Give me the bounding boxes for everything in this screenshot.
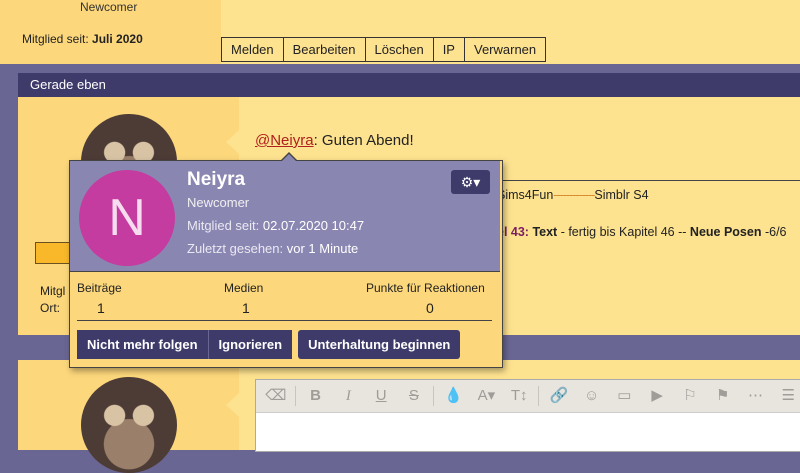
settings-menu-button[interactable]: ⚙▾ (451, 170, 490, 194)
editor-toolbar: ⌫ B I U S 💧 A▾ T↕ 🔗 ☺ ▭ ▶ ⚐ ⚑ ⋯ ☰ (256, 380, 800, 413)
start-conversation-button[interactable]: Unterhaltung beginnen (298, 330, 461, 359)
eraser-icon[interactable]: ⌫ (263, 384, 289, 408)
drop-icon[interactable]: 💧 (441, 384, 467, 408)
signature-text: -6/6 (761, 225, 787, 239)
smiley-icon[interactable]: ☺ (579, 384, 605, 408)
stat-label: Medien (224, 281, 264, 295)
signature-text: - fertig bis Kapitel 46 -- (557, 225, 690, 239)
location-label: Ort: (40, 301, 60, 315)
report-button[interactable]: Melden (221, 38, 284, 62)
post-header: Gerade eben (18, 73, 800, 97)
italic-icon[interactable]: I (335, 384, 361, 408)
stats-divider (77, 320, 492, 321)
member-last-seen: Zuletzt gesehen: vor 1 Minute (187, 241, 359, 256)
previous-post-message-cell: Melden Bearbeiten Löschen IP Verwarnen (221, 0, 800, 64)
member-name[interactable]: Neiyra (187, 169, 245, 191)
delete-button[interactable]: Löschen (365, 38, 434, 62)
edit-button[interactable]: Bearbeiten (283, 38, 366, 62)
checkered-flag-icon[interactable]: ⚑ (710, 384, 736, 408)
previous-post-user-cell: Newcomer Mitglied seit: Juli 2020 (0, 0, 222, 64)
reply-avatar (81, 377, 177, 473)
flag-icon[interactable]: ⚐ (677, 384, 703, 408)
image-icon[interactable]: ▭ (612, 384, 638, 408)
signature-link[interactable]: Simblr S4 (594, 188, 648, 202)
toolbar-divider (294, 386, 296, 406)
member-since-label: Mitgl (40, 284, 66, 298)
member-joined: Mitglied seit: 02.07.2020 10:47 (187, 218, 365, 233)
signature-bold: Text (528, 225, 558, 239)
align-icon[interactable]: ☰ (775, 384, 800, 408)
font-color-icon[interactable]: A▾ (474, 384, 500, 408)
message-pointer (226, 393, 239, 417)
reply-editor[interactable]: ⌫ B I U S 💧 A▾ T↕ 🔗 ☺ ▭ ▶ ⚐ ⚑ ⋯ ☰ (255, 379, 800, 452)
member-since: Mitglied seit: Juli 2020 (22, 32, 143, 46)
ip-button[interactable]: IP (433, 38, 465, 62)
post-action-bar: Melden Bearbeiten Löschen IP Verwarnen (221, 37, 547, 62)
member-tooltip-header: N Neiyra Newcomer Mitglied seit: 02.07.2… (70, 161, 500, 272)
member-tooltip: N Neiyra Newcomer Mitglied seit: 02.07.2… (69, 152, 503, 368)
toolbar-divider (432, 386, 434, 406)
bold-icon[interactable]: B (303, 384, 329, 408)
chevron-down-icon: ▾ (473, 174, 481, 190)
stat-label: Punkte für Reaktionen (366, 281, 485, 295)
gear-icon: ⚙ (460, 174, 474, 190)
signature-line: el 43: Text - fertig bis Kapitel 46 -- N… (497, 225, 787, 239)
more-icon[interactable]: ⋯ (743, 384, 769, 408)
stat-value[interactable]: 1 (97, 300, 105, 316)
text-size-icon[interactable]: T↕ (506, 384, 532, 408)
video-icon[interactable]: ▶ (644, 384, 670, 408)
post-body: @Neiyra: Guten Abend! (255, 132, 414, 149)
ignore-button[interactable]: Ignorieren (207, 330, 293, 359)
unfollow-button[interactable]: Nicht mehr folgen (77, 330, 208, 359)
signature-divider (471, 180, 800, 181)
message-pointer (226, 130, 239, 154)
signature-line: Sims4Fun-------------Simblr S4 (497, 188, 649, 202)
signature-link[interactable]: Sims4Fun (497, 188, 553, 202)
member-avatar[interactable]: N (79, 170, 175, 266)
warn-button[interactable]: Verwarnen (464, 38, 547, 62)
member-rank: Newcomer (187, 195, 250, 210)
toolbar-divider (538, 386, 539, 406)
stat-value[interactable]: 0 (426, 300, 434, 316)
stat-value[interactable]: 1 (242, 300, 250, 316)
post-time[interactable]: Gerade eben (18, 77, 106, 92)
stat-label: Beiträge (77, 281, 122, 295)
user-rank: Newcomer (80, 0, 138, 14)
strike-icon[interactable]: S (401, 384, 427, 408)
follow-ignore-group: Nicht mehr folgen Ignorieren (77, 330, 293, 359)
signature-dashes: ------------- (553, 188, 595, 202)
signature-bold: Neue Posen (689, 225, 762, 239)
underline-icon[interactable]: U (368, 384, 394, 408)
user-mention-link[interactable]: @Neiyra (255, 132, 314, 149)
member-actions: Nicht mehr folgen Ignorieren Unterhaltun… (77, 330, 461, 359)
post-text: : Guten Abend! (313, 132, 414, 149)
link-icon[interactable]: 🔗 (546, 384, 572, 408)
member-stats: Beiträge 1 Medien 1 Punkte für Reaktione… (70, 273, 500, 321)
previous-post: Newcomer Mitglied seit: Juli 2020 Melden… (0, 0, 800, 64)
